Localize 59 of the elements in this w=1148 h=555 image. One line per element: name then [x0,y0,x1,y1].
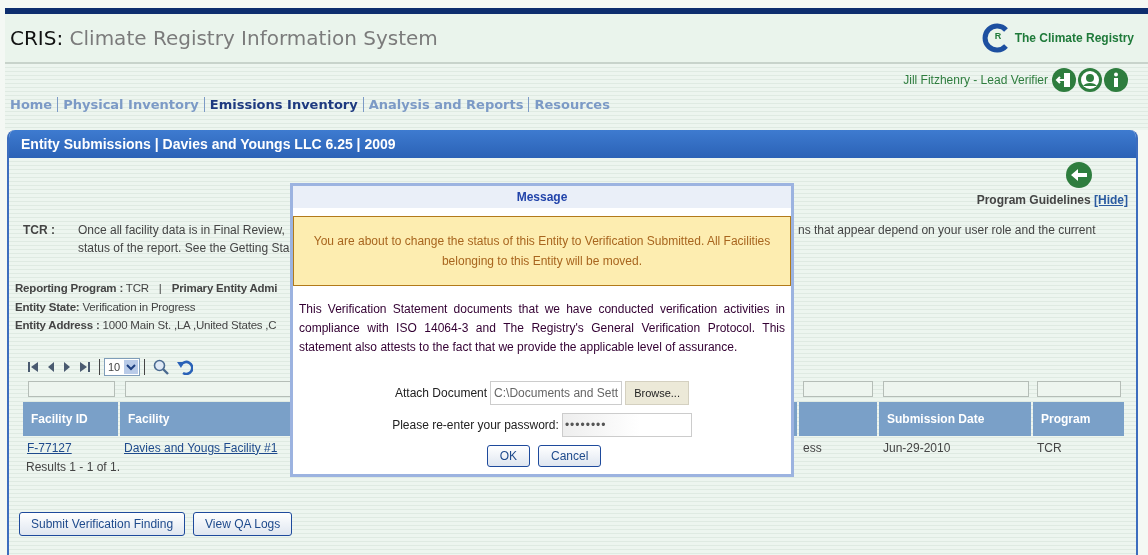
field-label: Entity State: [15,300,80,313]
column-header: Facility ID [23,401,118,436]
previous-page-icon[interactable] [47,360,55,373]
action-button[interactable]: Submit Verification Finding [19,511,186,536]
user-icon[interactable] [1078,68,1102,92]
dialog-button[interactable]: OK [486,445,530,467]
logo-letter: R [994,31,1002,41]
program-label: TCR : [22,222,56,239]
undo-icon[interactable] [177,358,194,375]
logo-icon [980,23,1011,53]
filter-field[interactable] [803,380,874,397]
action-button[interactable]: View QA Logs [193,511,293,536]
nav-link[interactable]: Emissions Inventory [209,97,358,112]
last-page-icon[interactable] [79,360,91,373]
next-page-icon[interactable] [63,360,71,373]
panel-title: Entity Submissions | Davies and Youngs LLC 6.25 | 2009 [21,136,396,152]
file-field[interactable]: C:\Documents and Sett [490,381,623,405]
guidelines-label: Program Guidelines [976,193,1091,207]
info-icon[interactable] [1104,68,1128,92]
first-page-icon[interactable] [27,360,39,373]
column-header: Submission Date [879,401,1031,436]
table-cell: TCR [1037,440,1062,455]
user-name: Jill Fitzhenry - Lead Verifier [903,73,1048,87]
guideline-text: status of the report. See the Getting Sta [78,240,291,257]
column-header: Program [1033,401,1124,436]
separator-text: | [158,282,162,294]
column-header: Facility [120,401,290,436]
filter-field[interactable] [1037,380,1122,397]
browse-button[interactable]: Browse... [625,381,689,405]
password-field[interactable]: •••••••• [561,413,692,437]
guideline-text: Once all facility data is in Final Review, [78,222,286,239]
table-link[interactable]: Davies and Yougs Facility #1 [124,440,278,455]
warning-message: You are about to change the status of this Entity to Verification Submitted. All Facilities belonging to this Entity will be moved. [293,216,791,286]
results-count: Results 1 - 1 of 1. [26,459,122,474]
field-label: Primary Entity Admi [171,282,278,294]
field-value: TCR [125,282,149,294]
guideline-text: ns that appear depend on your user role and the current [798,222,1096,239]
field-label: Reporting Program : [15,282,123,294]
dialog-button[interactable]: Cancel [538,445,602,467]
filter-field[interactable] [28,380,115,397]
dialog-title: Message [293,186,791,208]
search-icon[interactable] [153,358,170,375]
hide-link[interactable]: [Hide] [1094,193,1128,207]
statement-text: This Verification Statement documents that we have conducted verification activities in compliance with ISO 14064-3 and The Registry's General Verification Protocol. This statement also attests to the fact that we provide the applicable level of assurance. [299,301,785,356]
exit-icon[interactable] [1052,68,1076,92]
app-title: Climate Registry Information System [69,26,438,50]
table-link[interactable]: F-77127 [27,440,72,455]
filter-field[interactable] [883,380,1030,397]
field-value: 1000 Main St. ,LA ,United States ,C [102,319,277,331]
filter-field[interactable] [124,380,292,397]
attach-label: Attach Document [395,386,488,400]
app-acronym: CRIS: [10,26,64,50]
page-size-select[interactable]: 10 [104,357,141,376]
field-label: Entity Address : [15,319,100,331]
table-cell: ess [803,440,822,455]
table-cell: Jun-29-2010 [883,440,951,455]
field-value: Verification in Progress [82,300,196,313]
password-label: Please re-enter your password: [392,418,559,432]
logo-text: The Climate Registry [1014,31,1134,45]
